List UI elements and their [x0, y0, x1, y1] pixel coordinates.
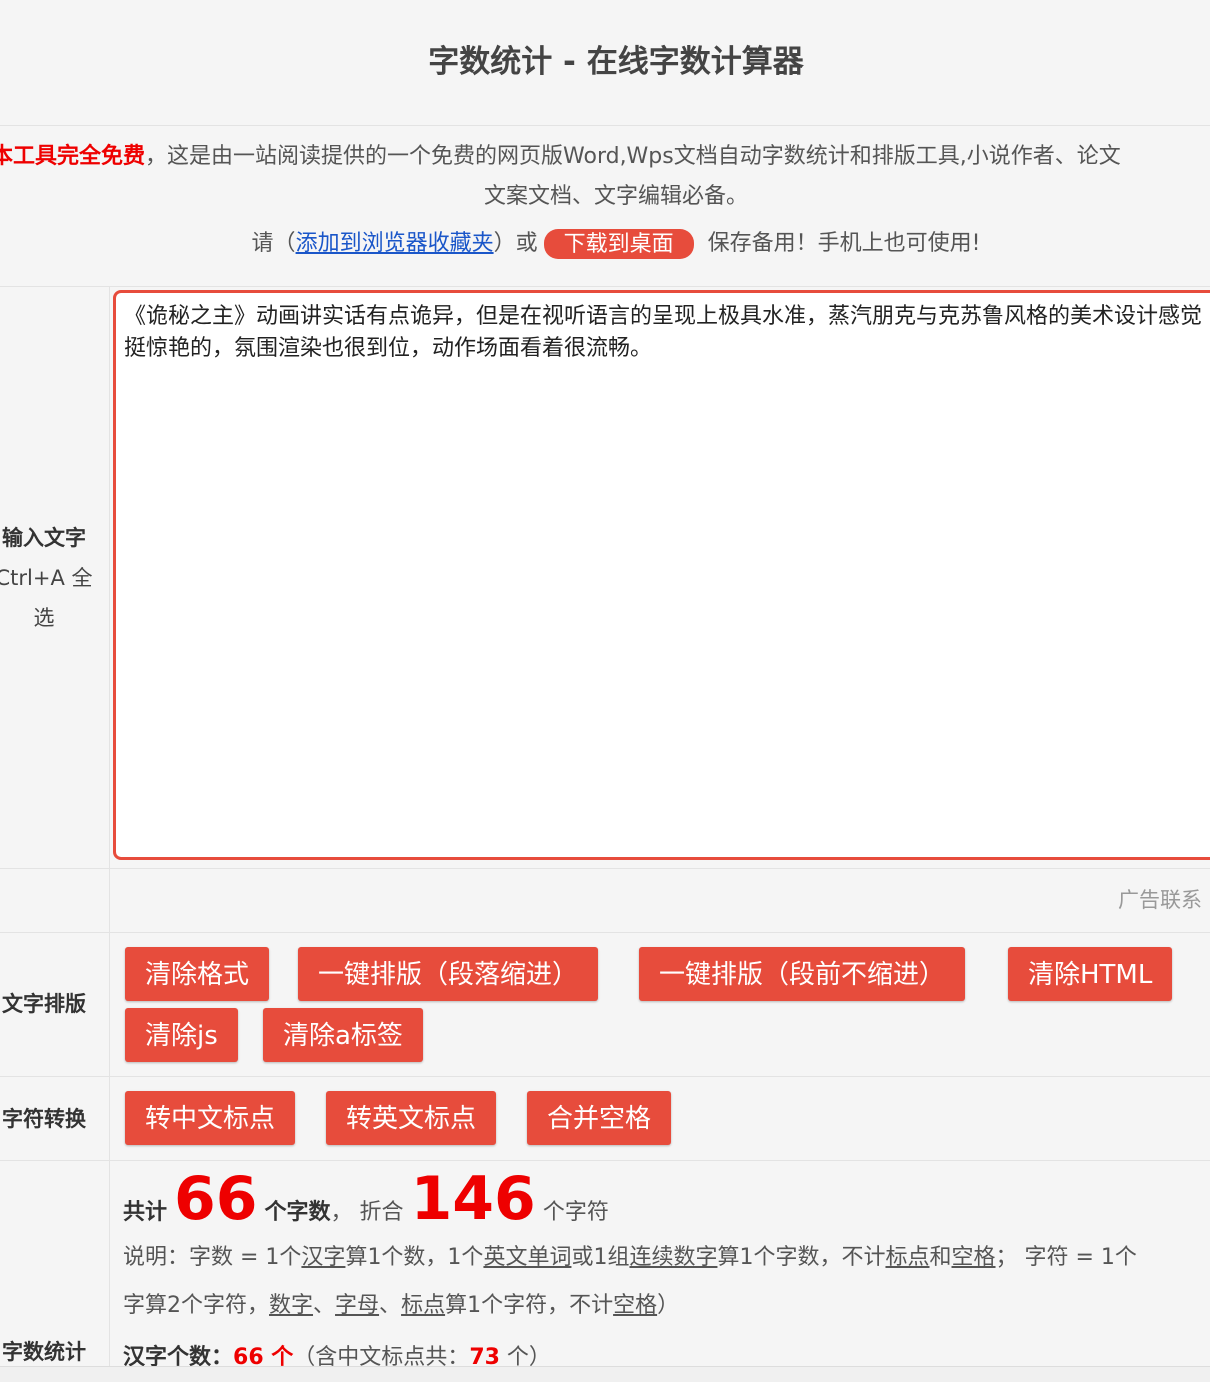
divider [0, 1160, 1210, 1161]
free-notice: 本工具完全免费 [0, 144, 146, 169]
intro-line2: 文案文档、文字编辑必备。 [483, 184, 748, 209]
divider [0, 932, 1210, 933]
space-link[interactable]: 空格 [952, 1245, 996, 1270]
hanzi-link[interactable]: 汉字 [301, 1245, 345, 1270]
input-label-title: 输入文字 [2, 526, 86, 550]
format-label: 文字排版 [2, 992, 86, 1016]
clear-a-tag-button[interactable]: 清除a标签 [263, 1008, 423, 1062]
word-count: 66 [174, 1164, 258, 1234]
download-desktop-button[interactable]: 下载到桌面 [543, 229, 694, 259]
format-no-indent-button[interactable]: 一键排版（段前不缩进） [639, 947, 966, 1001]
input-label-hint: Ctrl+A 全选 [0, 566, 93, 630]
stats-sep: ， [330, 1200, 353, 1225]
total-prefix: 共计 [123, 1200, 168, 1225]
column-divider [109, 286, 110, 1381]
text-input[interactable] [113, 290, 1210, 860]
format-indent-button[interactable]: 一键排版（段落缩进） [298, 947, 599, 1001]
punct-link-2[interactable]: 标点 [401, 1293, 445, 1318]
page-title: 字数统计 - 在线字数计算器 [0, 0, 1210, 126]
divider [0, 1076, 1210, 1077]
save-note: 保存备用！手机上也可使用! [707, 231, 981, 256]
divider [0, 286, 1210, 287]
convert-label: 字符转换 [2, 1107, 86, 1131]
word-unit: 个字数 [264, 1200, 331, 1225]
stats-note: 说明：字数 = 1个汉字算1个数，1个英文单词或1组连续数字算1个字数，不计标点… [123, 1245, 1137, 1270]
to-chinese-punct-button[interactable]: 转中文标点 [125, 1091, 296, 1145]
clear-format-button[interactable]: 清除格式 [125, 947, 270, 1001]
digit-link[interactable]: 数字 [269, 1293, 313, 1318]
to-english-punct-button[interactable]: 转英文标点 [326, 1091, 497, 1145]
input-label: 输入文字 Ctrl+A 全选 [0, 518, 100, 638]
letter-link[interactable]: 字母 [335, 1293, 379, 1318]
char-unit: 个字符 [542, 1200, 609, 1225]
intro-line1: ，这是由一站阅读提供的一个免费的网页版Word,Wps文档自动字数统计和排版工具… [145, 144, 1121, 169]
intro-text: 本工具完全免费，这是由一站阅读提供的一个免费的网页版Word,Wps文档自动字数… [0, 140, 1210, 286]
merge-spaces-button[interactable]: 合并空格 [527, 1091, 672, 1145]
digits-link[interactable]: 连续数字 [629, 1245, 717, 1270]
bottom-bar [0, 1366, 1210, 1382]
please-text: 请（ [251, 231, 296, 256]
divider [0, 868, 1210, 869]
char-count: 146 [410, 1164, 536, 1234]
bookmark-row: 请（添加到浏览器收藏夹）或 下载到桌面 保存备用！手机上也可使用! [0, 226, 1210, 262]
clear-js-button[interactable]: 清除js [125, 1008, 238, 1062]
clear-html-button[interactable]: 清除HTML [1008, 947, 1173, 1001]
stats-note-2: 字算2个字符，数字、字母、标点算1个字符，不计空格） [123, 1293, 680, 1318]
ad-contact-link[interactable]: 广告联系 [1118, 884, 1202, 914]
equiv-text: 折合 [359, 1200, 404, 1225]
english-word-link[interactable]: 英文单词 [483, 1245, 571, 1270]
bookmark-link[interactable]: 添加到浏览器收藏夹 [296, 231, 494, 256]
punct-link[interactable]: 标点 [885, 1245, 929, 1270]
or-text: ）或 [493, 231, 538, 256]
space-link-2[interactable]: 空格 [613, 1293, 657, 1318]
